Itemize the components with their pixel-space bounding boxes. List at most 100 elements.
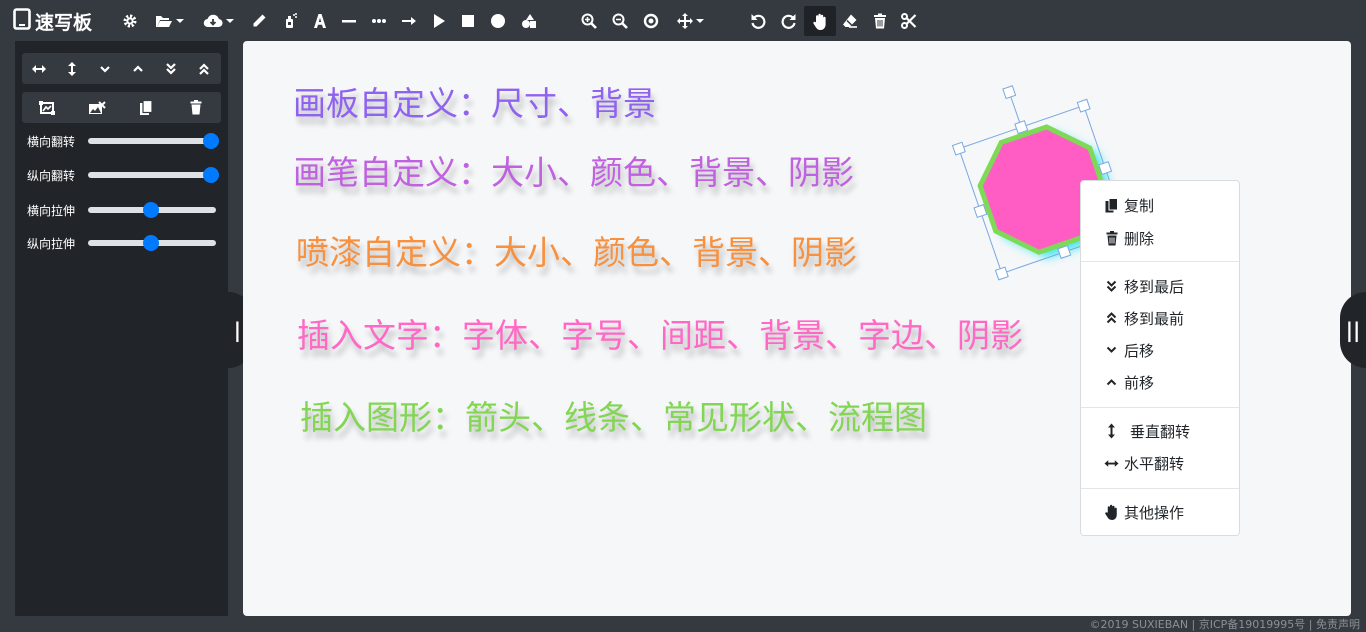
menu-flip-horizontal-label: 水平翻转 bbox=[1124, 454, 1185, 473]
canvas-text-line[interactable]: 喷漆自定义：大小、颜色、背景、阴影 bbox=[296, 226, 857, 274]
cloud-download-icon[interactable] bbox=[198, 6, 238, 36]
slider-thumb[interactable] bbox=[143, 202, 160, 218]
hand-icon bbox=[1104, 504, 1119, 520]
h-flip-slider[interactable] bbox=[88, 133, 219, 149]
slider-row-v-flip: 纵向翻转 bbox=[27, 165, 221, 185]
crop-icon[interactable] bbox=[33, 95, 61, 121]
image-remove-icon[interactable] bbox=[83, 95, 111, 121]
slider-row-h-stretch: 横向拉伸 bbox=[27, 200, 221, 220]
vertical-arrows-icon bbox=[1104, 423, 1119, 439]
context-menu: 复制 删除 移到最后 移到最前 后移 前移 垂直翻转 水平翻转 其他操作 bbox=[1080, 180, 1240, 536]
menu-move-to-last-label: 移到最后 bbox=[1124, 277, 1185, 296]
menu-divider bbox=[1081, 407, 1239, 408]
zoom-reset-icon[interactable] bbox=[640, 6, 662, 36]
undo-icon[interactable] bbox=[747, 6, 769, 36]
menu-move-to-front-label: 移到最前 bbox=[1124, 309, 1185, 328]
slider-label: 纵向翻转 bbox=[27, 168, 76, 183]
zoom-out-icon[interactable] bbox=[609, 6, 631, 36]
footer-copyright[interactable]: ©2019 SUXIEBAN | 京ICP备19019995号 | 免责声明 bbox=[1090, 616, 1361, 632]
slider-row-v-stretch: 纵向拉伸 bbox=[27, 233, 221, 253]
shapes-icon[interactable] bbox=[518, 6, 540, 36]
slider-thumb[interactable] bbox=[143, 235, 160, 251]
menu-other-actions[interactable]: 其他操作 bbox=[1104, 501, 1184, 523]
right-panel-toggle-handle[interactable]: || bbox=[1340, 292, 1366, 368]
folder-open-icon[interactable] bbox=[150, 6, 188, 36]
resize-handle[interactable] bbox=[951, 141, 966, 156]
canvas-text-line[interactable]: 插入文字：字体、字号、间距、背景、字边、阴影 bbox=[297, 309, 1023, 357]
menu-copy[interactable]: 复制 bbox=[1104, 194, 1154, 216]
copy-icon bbox=[1104, 197, 1119, 213]
menu-move-forward-label: 前移 bbox=[1124, 373, 1155, 392]
horizontal-arrows-icon bbox=[1104, 459, 1119, 468]
move-up-icon[interactable] bbox=[124, 56, 152, 82]
menu-divider bbox=[1081, 261, 1239, 262]
double-chevron-up-icon bbox=[1104, 312, 1119, 324]
h-stretch-slider[interactable] bbox=[88, 202, 216, 218]
app-brand[interactable]: 速写板 bbox=[13, 8, 92, 34]
chevron-up-icon bbox=[1104, 378, 1119, 386]
spray-icon[interactable] bbox=[279, 6, 301, 36]
top-toolbar: 速写板 bbox=[0, 0, 1366, 41]
eraser-icon[interactable] bbox=[839, 6, 861, 36]
slider-thumb[interactable] bbox=[202, 167, 219, 183]
circle-icon[interactable] bbox=[487, 6, 509, 36]
menu-flip-vertical-label: 垂直翻转 bbox=[1130, 422, 1191, 441]
pen-icon[interactable] bbox=[248, 6, 270, 36]
chevron-down-icon bbox=[225, 19, 234, 23]
object-action-buttons bbox=[22, 92, 221, 123]
hand-icon[interactable] bbox=[804, 6, 836, 36]
slider-label: 横向翻转 bbox=[27, 134, 76, 149]
trash-icon[interactable] bbox=[869, 6, 891, 36]
flip-vertical-icon[interactable] bbox=[58, 56, 86, 82]
canvas-text-line[interactable]: 插入图形：箭头、线条、常见形状、流程图 bbox=[300, 391, 927, 439]
menu-move-back-label: 后移 bbox=[1124, 341, 1155, 360]
slider-label: 横向拉伸 bbox=[27, 203, 76, 218]
chevron-down-icon bbox=[175, 19, 184, 23]
left-panel: 横向翻转 纵向翻转 横向拉伸 纵向拉伸 bbox=[15, 41, 228, 616]
text-icon[interactable] bbox=[309, 6, 331, 36]
dotted-line-icon[interactable] bbox=[368, 6, 390, 36]
copy-icon[interactable] bbox=[132, 95, 160, 121]
delete-icon[interactable] bbox=[182, 95, 210, 121]
menu-move-forward[interactable]: 前移 bbox=[1104, 371, 1154, 393]
menu-move-to-last[interactable]: 移到最后 bbox=[1104, 275, 1184, 297]
menu-delete[interactable]: 删除 bbox=[1104, 227, 1154, 249]
tablet-icon bbox=[13, 8, 31, 34]
triangle-icon[interactable] bbox=[428, 6, 450, 36]
chevron-down-icon bbox=[695, 19, 704, 23]
arrow-icon[interactable] bbox=[398, 6, 420, 36]
move-to-top-icon[interactable] bbox=[190, 56, 218, 82]
trash-icon bbox=[1104, 230, 1119, 246]
redo-icon[interactable] bbox=[778, 6, 800, 36]
move-down-icon[interactable] bbox=[91, 56, 119, 82]
menu-move-back[interactable]: 后移 bbox=[1104, 339, 1154, 361]
menu-copy-label: 复制 bbox=[1124, 196, 1155, 215]
menu-move-to-front[interactable]: 移到最前 bbox=[1104, 307, 1184, 329]
resize-handle[interactable] bbox=[1076, 98, 1091, 113]
canvas-text-line[interactable]: 画笔自定义：大小、颜色、背景、阴影 bbox=[293, 146, 854, 194]
rotate-handle[interactable] bbox=[1002, 85, 1017, 100]
menu-divider bbox=[1081, 488, 1239, 489]
move-icon[interactable] bbox=[672, 6, 708, 36]
menu-other-actions-label: 其他操作 bbox=[1124, 503, 1185, 522]
slider-thumb[interactable] bbox=[202, 133, 219, 149]
cut-icon[interactable] bbox=[898, 6, 920, 36]
v-stretch-slider[interactable] bbox=[88, 235, 216, 251]
layer-order-buttons bbox=[22, 53, 221, 84]
double-chevron-down-icon bbox=[1104, 280, 1119, 292]
menu-flip-vertical[interactable]: 垂直翻转 bbox=[1104, 420, 1190, 442]
grip-icon: || bbox=[1345, 318, 1361, 342]
square-icon[interactable] bbox=[457, 6, 479, 36]
flip-horizontal-icon[interactable] bbox=[25, 56, 53, 82]
resize-handle[interactable] bbox=[994, 266, 1009, 281]
canvas-text-line[interactable]: 画板自定义：尺寸、背景 bbox=[293, 77, 656, 125]
slider-row-h-flip: 横向翻转 bbox=[27, 131, 221, 151]
zoom-in-icon[interactable] bbox=[578, 6, 600, 36]
v-flip-slider[interactable] bbox=[88, 167, 219, 183]
slider-label: 纵向拉伸 bbox=[27, 236, 76, 251]
menu-delete-label: 删除 bbox=[1124, 229, 1155, 248]
settings-icon[interactable] bbox=[118, 6, 142, 36]
menu-flip-horizontal[interactable]: 水平翻转 bbox=[1104, 452, 1184, 474]
line-icon[interactable] bbox=[338, 6, 360, 36]
move-to-bottom-icon[interactable] bbox=[157, 56, 185, 82]
